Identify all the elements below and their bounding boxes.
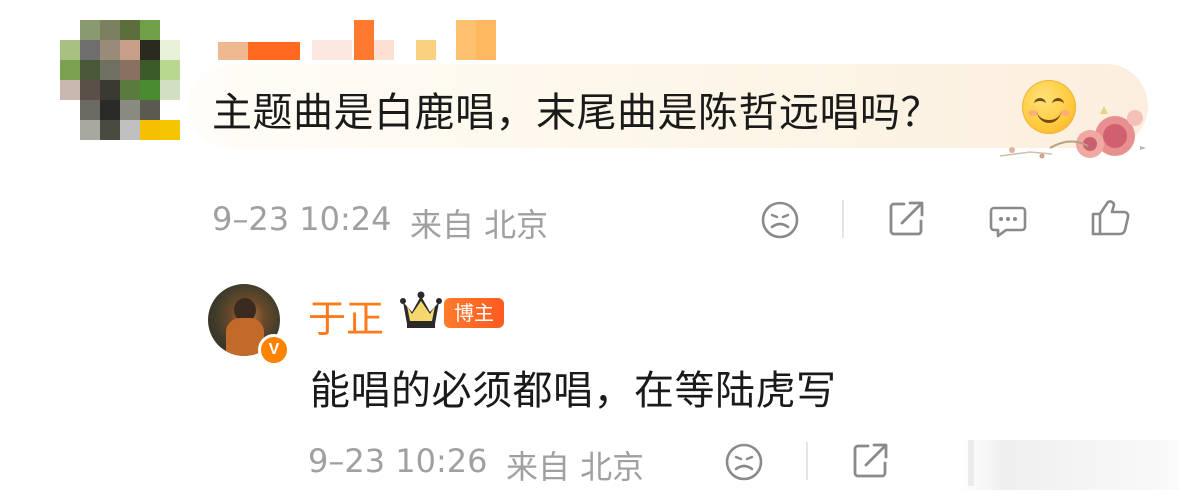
reply-text: 能唱的必须都唱，在等陆虎写	[310, 368, 837, 414]
verified-badge: V	[258, 334, 290, 366]
dislike-icon[interactable]	[758, 198, 802, 242]
dislike-icon[interactable]	[722, 440, 766, 484]
crown-icon	[400, 291, 442, 328]
commenter-name-redacted[interactable]	[218, 20, 496, 60]
reply-time: 9–23 10:26	[308, 442, 488, 480]
reply-source: 来自 北京	[506, 448, 645, 486]
comment-text: 主题曲是白鹿唱，末尾曲是陈哲远唱吗？	[212, 90, 941, 136]
rose-decoration-icon	[999, 106, 1146, 159]
comment-time: 9–23 10:24	[212, 200, 392, 238]
action-divider	[806, 442, 808, 480]
commenter-avatar[interactable]	[60, 20, 180, 140]
redacted-actions-area	[960, 440, 1179, 490]
reply-author-name[interactable]: 于正	[308, 288, 384, 343]
action-divider	[842, 200, 844, 238]
share-icon[interactable]	[884, 196, 928, 240]
comment-source: 来自 北京	[410, 206, 549, 244]
comment-icon[interactable]	[986, 198, 1030, 242]
host-badge: 博主	[444, 298, 504, 328]
like-icon[interactable]	[1088, 196, 1132, 240]
share-icon[interactable]	[848, 438, 892, 482]
